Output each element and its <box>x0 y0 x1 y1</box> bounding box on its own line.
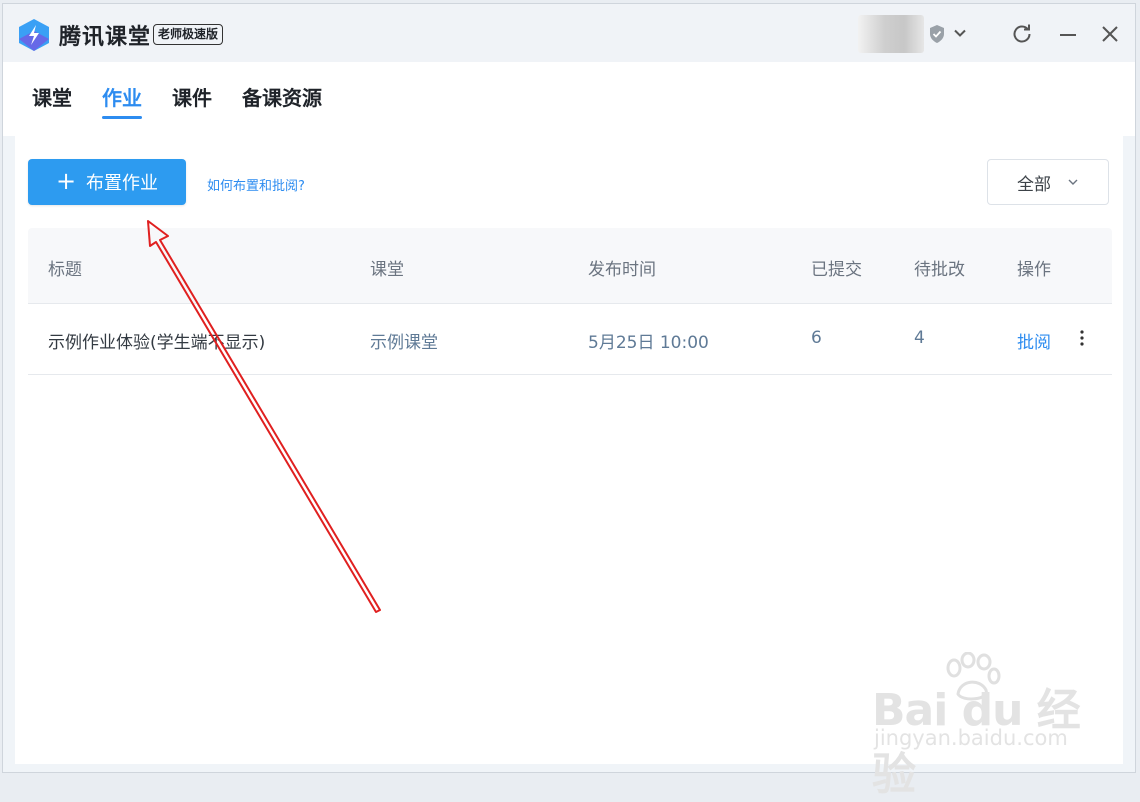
plus-icon: + <box>55 166 77 195</box>
header-actions: 操作 <box>1017 260 1051 280</box>
edition-badge: 老师极速版 <box>153 24 224 45</box>
header-title: 标题 <box>48 260 82 280</box>
row-publish-time: 5月25日 10:00 <box>588 333 709 353</box>
app-logo-icon <box>19 19 49 51</box>
table-row[interactable]: 示例作业体验(学生端不显示) 示例课堂 5月25日 10:00 6 4 批阅 <box>28 304 1112 375</box>
assign-homework-label: 布置作业 <box>86 173 159 194</box>
watermark-url: jingyan.baidu.com <box>874 726 1068 750</box>
close-icon[interactable] <box>1099 23 1121 45</box>
minimize-icon[interactable] <box>1057 23 1079 45</box>
more-vertical-icon[interactable] <box>1078 328 1086 348</box>
assign-homework-button[interactable]: + 布置作业 <box>28 159 186 205</box>
homework-table: 标题 课堂 发布时间 已提交 待批改 操作 示例作业体验(学生端不显示) 示例课… <box>28 228 1112 375</box>
shield-icon <box>930 25 944 43</box>
row-submitted: 6 <box>811 328 822 348</box>
tab-classroom[interactable]: 课堂 <box>32 82 72 118</box>
main-nav: 课堂 作业 课件 备课资源 <box>3 62 1135 136</box>
avatar[interactable] <box>858 15 924 53</box>
tab-prep-resources[interactable]: 备课资源 <box>242 82 322 118</box>
row-class: 示例课堂 <box>370 333 438 353</box>
tab-courseware[interactable]: 课件 <box>172 82 212 118</box>
header-publish-time: 发布时间 <box>588 260 656 280</box>
title-bar: 腾讯课堂 老师极速版 <box>3 4 1135 62</box>
filter-value: 全部 <box>1017 174 1051 195</box>
table-header: 标题 课堂 发布时间 已提交 待批改 操作 <box>28 228 1112 304</box>
chevron-down-icon[interactable] <box>953 26 967 40</box>
filter-select[interactable]: 全部 <box>987 159 1109 205</box>
row-pending: 4 <box>914 328 925 348</box>
help-link[interactable]: 如何布置和批阅? <box>207 175 305 194</box>
refresh-icon[interactable] <box>1011 23 1033 45</box>
review-link[interactable]: 批阅 <box>1017 328 1051 353</box>
baidu-watermark: Bai du 经验 jingyan.baidu.com <box>868 650 1108 800</box>
tab-homework[interactable]: 作业 <box>102 82 142 119</box>
header-submitted: 已提交 <box>811 260 862 280</box>
row-title: 示例作业体验(学生端不显示) <box>48 333 266 353</box>
header-class: 课堂 <box>370 260 404 280</box>
header-pending: 待批改 <box>914 260 965 280</box>
app-name: 腾讯课堂 <box>59 25 152 50</box>
chevron-down-icon <box>1068 179 1078 185</box>
